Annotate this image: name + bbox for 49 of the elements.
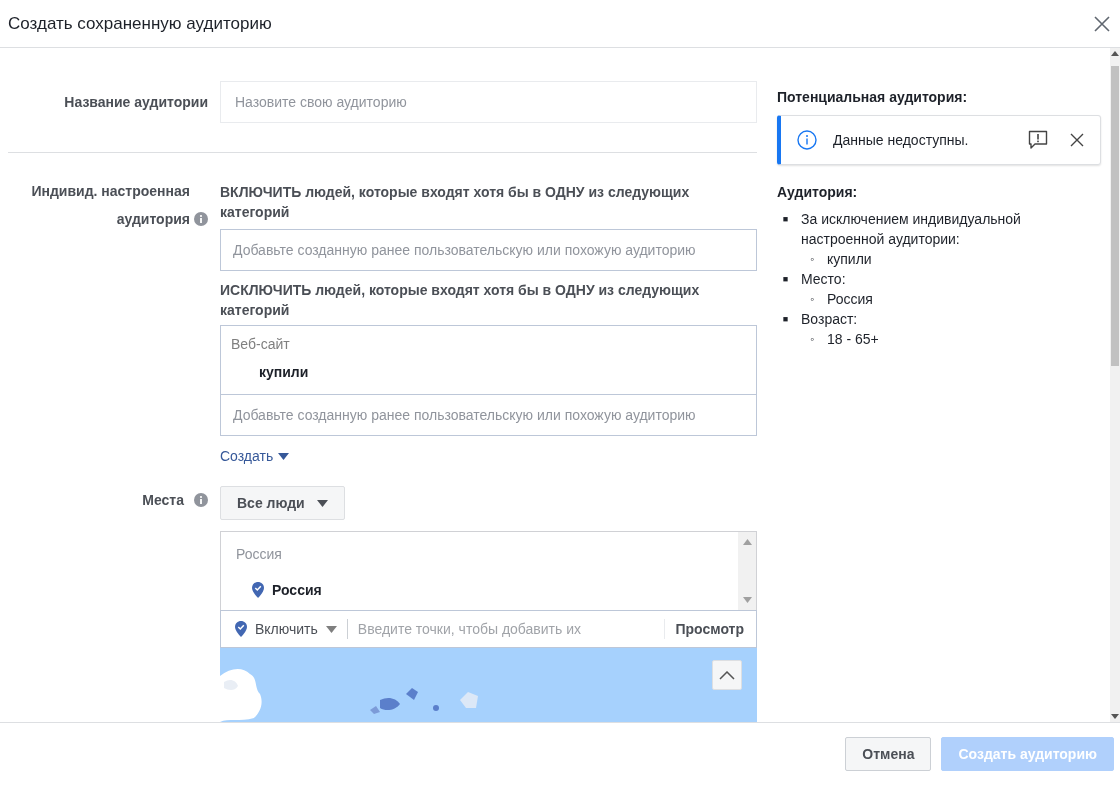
audience-name-field[interactable]: Назовите свою аудиторию	[220, 81, 757, 123]
exclude-heading: ИСКЛЮЧИТЬ людей, которые входят хотя бы в ОДНУ из следующих категорий	[220, 281, 701, 320]
caret-down-icon[interactable]	[1111, 714, 1119, 719]
summary-item: Возраст:	[801, 310, 859, 329]
field-label: Индивид. настроенная аудитория	[30, 182, 190, 229]
info-icon[interactable]	[194, 212, 208, 226]
location-search-bar[interactable]: Включить Введите точки, чтобы добавить их Просмотр	[220, 610, 757, 648]
browse-button[interactable]: Просмотр	[665, 621, 744, 637]
caret-down-icon	[325, 625, 337, 633]
feedback-icon[interactable]	[1028, 130, 1048, 150]
cancel-button[interactable]: Отмена	[845, 737, 932, 771]
caret-down-icon	[278, 452, 290, 460]
summary-value: Россия	[827, 290, 874, 309]
bullet: ◦	[809, 291, 816, 308]
field-label: Название аудитории	[63, 94, 209, 110]
selected-location[interactable]: Россия	[272, 582, 322, 598]
audience-title: Аудитория:	[777, 184, 858, 200]
summary-value: купили	[827, 250, 873, 269]
exclude-audience-field[interactable]: Добавьте созданную ранее пользовательскую или похожую аудиторию	[220, 394, 757, 436]
close-icon[interactable]	[1070, 133, 1084, 147]
field-label: Места	[142, 491, 184, 510]
audience-dropdown[interactable]: Все люди	[220, 486, 345, 520]
potential-audience-title: Потенциальная аудитория:	[777, 89, 968, 105]
bullet: ◦	[809, 331, 816, 348]
info-icon	[797, 130, 817, 150]
scrollbar[interactable]	[1110, 48, 1120, 722]
location-pin-icon	[252, 582, 264, 598]
caret-down-icon	[316, 499, 328, 507]
caret-up-icon[interactable]	[1111, 51, 1119, 56]
create-link[interactable]: Создать	[220, 448, 290, 464]
include-audience-field[interactable]: Добавьте созданную ранее пользовательскую или похожую аудиторию	[220, 229, 757, 271]
summary-item: За исключением индивидуальной настроенной аудитории:	[801, 210, 1021, 249]
summary-item: Место:	[801, 270, 847, 289]
chevron-up-icon	[719, 670, 735, 680]
bullet: ■	[781, 313, 790, 326]
summary-value: 18 - 65+	[827, 330, 880, 349]
bullet: ◦	[809, 251, 816, 268]
location-pin-icon	[235, 621, 247, 637]
include-dropdown[interactable]: Включить	[235, 619, 348, 639]
group-type: Веб-сайт	[231, 336, 291, 352]
include-heading: ВКЛЮЧИТЬ людей, которые входят хотя бы в ОДНУ из следующих категорий	[220, 183, 691, 222]
info-icon[interactable]	[194, 493, 208, 507]
excluded-audience[interactable]: купили	[259, 364, 746, 380]
notice-text: Данные недоступны.	[833, 132, 970, 148]
dialog-title: Создать сохраненную аудиторию	[8, 13, 272, 34]
location-group: Россия	[236, 546, 723, 562]
bullet: ■	[781, 213, 790, 226]
collapse-map-button[interactable]	[712, 660, 742, 690]
bullet: ■	[781, 273, 790, 286]
